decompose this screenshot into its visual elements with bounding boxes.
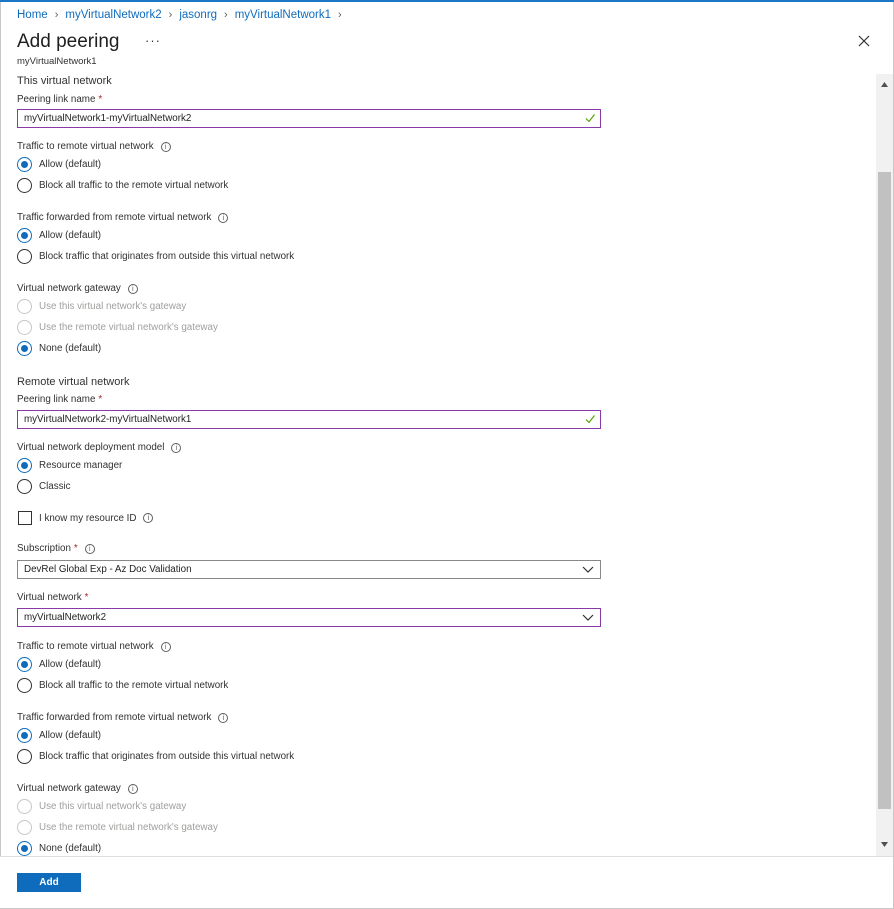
traffic-to-remote-label: Traffic to remote virtual network i (17, 141, 171, 152)
radio-deployment-classic[interactable]: Classic (17, 479, 71, 494)
chevron-down-icon (582, 566, 594, 573)
remote-gateway-label: Virtual network gateway i (17, 783, 138, 794)
vertical-scrollbar[interactable] (876, 74, 893, 856)
required-marker: * (84, 592, 89, 603)
required-marker: * (73, 543, 78, 554)
traffic-forwarded-label: Traffic forwarded from remote virtual ne… (17, 212, 229, 223)
subscription-dropdown[interactable]: DevRel Global Exp - Az Doc Validation (17, 560, 601, 579)
subscription-label: Subscription * i (17, 543, 95, 554)
info-icon[interactable]: i (171, 442, 182, 453)
scroll-down-arrow-icon[interactable] (880, 840, 889, 849)
radio-remote-gateway-use-this: Use this virtual network's gateway (17, 799, 186, 814)
remote-traffic-to-remote-label: Traffic to remote virtual network i (17, 641, 171, 652)
gateway-label: Virtual network gateway i (17, 283, 138, 294)
info-icon[interactable]: i (127, 283, 138, 294)
radio-remote-traffic-forwarded-block[interactable]: Block traffic that originates from outsi… (17, 749, 294, 764)
section-title-this-vnet: This virtual network (17, 75, 112, 87)
radio-deployment-resource-manager[interactable]: Resource manager (17, 458, 122, 473)
radio-traffic-forwarded-block[interactable]: Block traffic that originates from outsi… (17, 249, 294, 264)
add-button[interactable]: Add (17, 873, 81, 892)
radio-remote-traffic-to-remote-allow[interactable]: Allow (default) (17, 657, 101, 672)
deployment-model-label: Virtual network deployment model i (17, 442, 182, 453)
virtual-network-dropdown[interactable]: myVirtualNetwork2 (17, 608, 601, 627)
info-icon[interactable]: i (127, 783, 138, 794)
radio-remote-traffic-to-remote-block[interactable]: Block all traffic to the remote virtual … (17, 678, 228, 693)
form-scroll-area: This virtual network Peering link name * … (0, 0, 876, 856)
info-icon[interactable]: i (143, 513, 154, 523)
scroll-up-arrow-icon[interactable] (880, 80, 889, 89)
scrollbar-thumb[interactable] (878, 172, 891, 809)
remote-traffic-forwarded-label: Traffic forwarded from remote virtual ne… (17, 712, 229, 723)
radio-remote-gateway-none[interactable]: None (default) (17, 841, 101, 856)
footer-bar (0, 856, 893, 908)
radio-remote-traffic-forwarded-allow[interactable]: Allow (default) (17, 728, 101, 743)
radio-remote-gateway-use-remote: Use the remote virtual network's gateway (17, 820, 218, 835)
section-title-remote-vnet: Remote virtual network (17, 376, 130, 388)
radio-traffic-to-remote-block[interactable]: Block all traffic to the remote virtual … (17, 178, 228, 193)
check-icon (585, 114, 595, 123)
radio-gateway-none[interactable]: None (default) (17, 341, 101, 356)
peering-link-name-input[interactable]: myVirtualNetwork1-myVirtualNetwork2 (17, 109, 601, 128)
remote-peering-link-name-input[interactable]: myVirtualNetwork2-myVirtualNetwork1 (17, 410, 601, 429)
chevron-down-icon (582, 614, 594, 621)
peering-link-name-label: Peering link name * (17, 94, 103, 105)
radio-traffic-to-remote-allow[interactable]: Allow (default) (17, 157, 101, 172)
know-resource-id-checkbox[interactable]: I know my resource ID i (18, 511, 154, 525)
info-icon[interactable]: i (218, 212, 229, 223)
required-marker: * (98, 394, 103, 405)
required-marker: * (98, 94, 103, 105)
virtual-network-label: Virtual network * (17, 592, 89, 603)
radio-traffic-forwarded-allow[interactable]: Allow (default) (17, 228, 101, 243)
info-icon[interactable]: i (160, 141, 171, 152)
info-icon[interactable]: i (218, 712, 229, 723)
remote-peering-link-name-label: Peering link name * (17, 394, 103, 405)
radio-gateway-use-this: Use this virtual network's gateway (17, 299, 186, 314)
radio-gateway-use-remote: Use the remote virtual network's gateway (17, 320, 218, 335)
check-icon (585, 415, 595, 424)
info-icon[interactable]: i (84, 543, 95, 554)
info-icon[interactable]: i (160, 641, 171, 652)
